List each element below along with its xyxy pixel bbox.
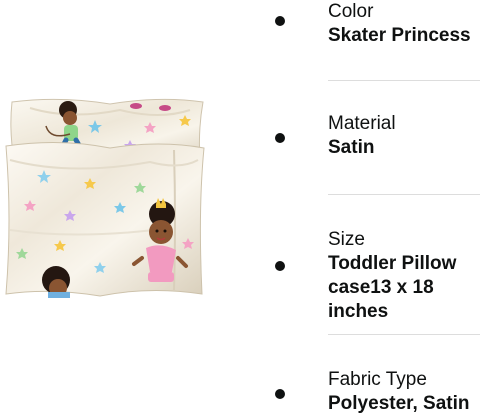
attribute-divider — [328, 194, 480, 195]
attribute-value-color: Skater Princess — [328, 25, 471, 46]
attribute-divider — [328, 80, 480, 81]
attribute-value-fabric-type: Polyester, Satin — [328, 393, 470, 414]
attribute-label-size: Size — [328, 229, 365, 250]
attribute-label-fabric-type: Fabric Type — [328, 369, 427, 390]
attribute-label-material: Material — [328, 113, 396, 134]
attribute-label-color: Color — [328, 1, 374, 22]
attribute-value-material: Satin — [328, 137, 375, 158]
bullet-icon — [275, 16, 285, 26]
pillowcase-front — [5, 141, 205, 298]
bullet-icon — [275, 261, 285, 271]
product-image — [0, 90, 210, 305]
attribute-value-size: Toddler Pillow case13 x 18 inches — [328, 253, 457, 322]
attribute-divider — [328, 334, 480, 335]
bullet-icon — [275, 133, 285, 143]
bullet-icon — [275, 389, 285, 399]
product-attributes-list: Color Skater Princess Material Satin Siz… — [272, 0, 490, 416]
